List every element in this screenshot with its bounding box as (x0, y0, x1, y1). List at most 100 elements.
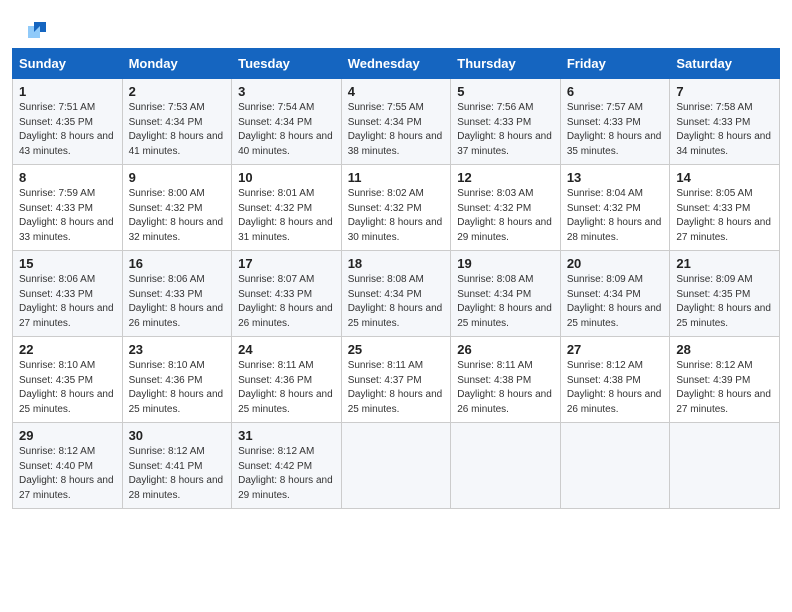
day-info: Sunrise: 7:55 AMSunset: 4:34 PMDaylight:… (348, 101, 445, 159)
sunrise-text: Sunrise: 7:57 AM (567, 102, 643, 113)
calendar-wrapper: SundayMondayTuesdayWednesdayThursdayFrid… (0, 48, 792, 521)
sunrise-text: Sunrise: 8:01 AM (238, 188, 314, 199)
day-number: 14 (676, 170, 773, 185)
day-number: 1 (19, 84, 116, 99)
daylight-text: Daylight: 8 hours and 43 minutes. (19, 131, 114, 157)
sunset-text: Sunset: 4:34 PM (457, 289, 531, 300)
daylight-text: Daylight: 8 hours and 28 minutes. (129, 475, 224, 501)
sunset-text: Sunset: 4:34 PM (238, 117, 312, 128)
day-number: 25 (348, 342, 445, 357)
sunrise-text: Sunrise: 8:07 AM (238, 274, 314, 285)
daylight-text: Daylight: 8 hours and 31 minutes. (238, 217, 333, 243)
day-info: Sunrise: 8:04 AMSunset: 4:32 PMDaylight:… (567, 187, 664, 245)
sunset-text: Sunset: 4:40 PM (19, 461, 93, 472)
day-info: Sunrise: 8:01 AM Sunset: 4:32 PM Daylight:… (238, 187, 335, 245)
sunset-text: Sunset: 4:34 PM (348, 117, 422, 128)
sunset-text: Sunset: 4:33 PM (19, 289, 93, 300)
sunrise-text: Sunrise: 7:53 AM (129, 102, 205, 113)
daylight-text: Daylight: 8 hours and 34 minutes. (676, 131, 771, 157)
sunset-text: Sunset: 4:34 PM (567, 289, 641, 300)
day-info: Sunrise: 8:06 AMSunset: 4:33 PMDaylight:… (129, 273, 226, 331)
day-number: 11 (348, 170, 445, 185)
calendar-header-sunday: Sunday (13, 49, 123, 79)
day-info: Sunrise: 7:56 AMSunset: 4:33 PMDaylight:… (457, 101, 554, 159)
sunset-text: Sunset: 4:34 PM (129, 117, 203, 128)
day-number: 17 (238, 256, 335, 271)
sunrise-text: Sunrise: 8:12 AM (567, 360, 643, 371)
day-number: 6 (567, 84, 664, 99)
day-info: Sunrise: 8:08 AMSunset: 4:34 PMDaylight:… (457, 273, 554, 331)
sunset-text: Sunset: 4:33 PM (567, 117, 641, 128)
table-row: 13Sunrise: 8:04 AMSunset: 4:32 PMDayligh… (560, 165, 670, 251)
table-row (670, 423, 780, 509)
sunrise-text: Sunrise: 8:11 AM (238, 360, 313, 371)
sunrise-text: Sunrise: 8:11 AM (348, 360, 423, 371)
day-number: 16 (129, 256, 226, 271)
daylight-text: Daylight: 8 hours and 25 minutes. (238, 389, 333, 415)
sunset-text: Sunset: 4:35 PM (19, 117, 93, 128)
day-number: 30 (129, 428, 226, 443)
sunrise-text: Sunrise: 8:12 AM (129, 446, 205, 457)
day-info: Sunrise: 7:57 AM Sunset: 4:33 PM Daylight:… (567, 101, 664, 159)
calendar-header-thursday: Thursday (451, 49, 561, 79)
sunrise-text: Sunrise: 8:12 AM (676, 360, 752, 371)
day-info: Sunrise: 8:06 AMSunset: 4:33 PMDaylight:… (19, 273, 116, 331)
sunrise-text: Sunrise: 8:06 AM (129, 274, 205, 285)
table-row: 31Sunrise: 8:12 AMSunset: 4:42 PMDayligh… (232, 423, 342, 509)
daylight-text: Daylight: 8 hours and 33 minutes. (19, 217, 114, 243)
sunrise-text: Sunrise: 8:04 AM (567, 188, 643, 199)
daylight-text: Daylight: 8 hours and 30 minutes. (348, 217, 443, 243)
daylight-text: Daylight: 8 hours and 29 minutes. (238, 475, 333, 501)
sunrise-text: Sunrise: 7:54 AM (238, 102, 314, 113)
table-row: 4 Sunrise: 7:55 AMSunset: 4:34 PMDaylight… (341, 79, 451, 165)
day-number: 3 (238, 84, 335, 99)
sunrise-text: Sunrise: 8:05 AM (676, 188, 752, 199)
day-number: 10 (238, 170, 335, 185)
day-info: Sunrise: 8:00 AMSunset: 4:32 PMDaylight:… (129, 187, 226, 245)
sunrise-text: Sunrise: 7:58 AM (676, 102, 752, 113)
table-row (560, 423, 670, 509)
table-row: 1Sunrise: 7:51 AMSunset: 4:35 PMDaylight… (13, 79, 123, 165)
sunrise-text: Sunrise: 8:12 AM (238, 446, 314, 457)
table-row: 18Sunrise: 8:08 AMSunset: 4:34 PMDayligh… (341, 251, 451, 337)
daylight-text: Daylight: 8 hours and 25 minutes. (676, 303, 771, 329)
sunset-text: Sunset: 4:38 PM (457, 375, 531, 386)
table-row: 27Sunrise: 8:12 AMSunset: 4:38 PMDayligh… (560, 337, 670, 423)
table-row: 30Sunrise: 8:12 AMSunset: 4:41 PMDayligh… (122, 423, 232, 509)
day-number: 7 (676, 84, 773, 99)
daylight-text: Daylight: 8 hours and 25 minutes. (348, 303, 443, 329)
daylight-text: Daylight: 8 hours and 29 minutes. (457, 217, 552, 243)
daylight-text: Daylight: 8 hours and 35 minutes. (567, 131, 662, 157)
sunrise-text: Sunrise: 8:10 AM (129, 360, 205, 371)
day-number: 29 (19, 428, 116, 443)
table-row: 6 Sunrise: 7:57 AM Sunset: 4:33 PM Daylight… (560, 79, 670, 165)
table-row: 20Sunrise: 8:09 AMSunset: 4:34 PMDayligh… (560, 251, 670, 337)
daylight-text: Daylight: 8 hours and 38 minutes. (348, 131, 443, 157)
table-row (451, 423, 561, 509)
table-row (341, 423, 451, 509)
table-row: 26Sunrise: 8:11 AMSunset: 4:38 PMDayligh… (451, 337, 561, 423)
sunset-text: Sunset: 4:32 PM (238, 203, 312, 214)
daylight-text: Daylight: 8 hours and 40 minutes. (238, 131, 333, 157)
daylight-text: Daylight: 8 hours and 26 minutes. (567, 389, 662, 415)
daylight-text: Daylight: 8 hours and 37 minutes. (457, 131, 552, 157)
table-row: 5Sunrise: 7:56 AMSunset: 4:33 PMDaylight… (451, 79, 561, 165)
day-number: 12 (457, 170, 554, 185)
day-number: 15 (19, 256, 116, 271)
day-number: 20 (567, 256, 664, 271)
sunrise-text: Sunrise: 8:08 AM (348, 274, 424, 285)
table-row: 22Sunrise: 8:10 AMSunset: 4:35 PMDayligh… (13, 337, 123, 423)
day-number: 4 (348, 84, 445, 99)
sunrise-text: Sunrise: 7:56 AM (457, 102, 533, 113)
day-info: Sunrise: 8:03 AMSunset: 4:32 PMDaylight:… (457, 187, 554, 245)
sunrise-text: Sunrise: 8:06 AM (19, 274, 95, 285)
table-row: 16 Sunrise: 8:06 AMSunset: 4:33 PMDayligh… (122, 251, 232, 337)
day-info: Sunrise: 8:11 AMSunset: 4:36 PMDaylight:… (238, 359, 335, 417)
sunrise-text: Sunrise: 8:00 AM (129, 188, 205, 199)
table-row: 29Sunrise: 8:12 AMSunset: 4:40 PMDayligh… (13, 423, 123, 509)
calendar-week-row: 1Sunrise: 7:51 AMSunset: 4:35 PMDaylight… (13, 79, 780, 165)
table-row: 11Sunrise: 8:02 AMSunset: 4:32 PMDayligh… (341, 165, 451, 251)
day-number: 22 (19, 342, 116, 357)
sunset-text: Sunset: 4:33 PM (676, 203, 750, 214)
daylight-text: Daylight: 8 hours and 26 minutes. (129, 303, 224, 329)
